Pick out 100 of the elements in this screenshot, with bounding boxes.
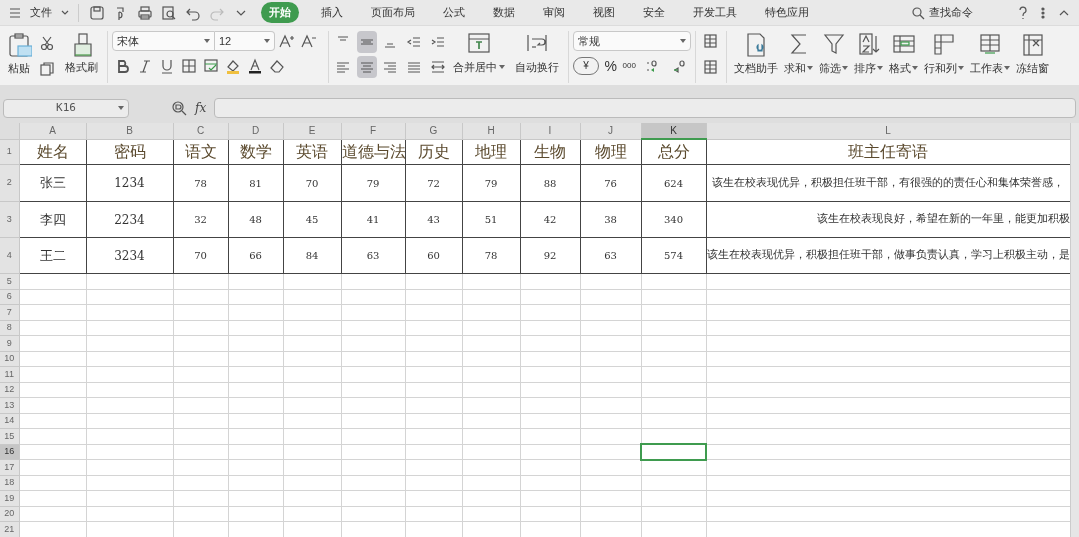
sum-button[interactable]: 求和 bbox=[781, 31, 816, 77]
column-header[interactable]: E bbox=[283, 123, 341, 139]
table-cell-text: 3234 bbox=[113, 247, 146, 265]
table-cell-text: 574 bbox=[662, 249, 685, 263]
bold-icon[interactable] bbox=[115, 58, 131, 74]
table-cell-text: 王二 bbox=[38, 246, 67, 265]
filter-button[interactable]: 筛选 bbox=[816, 31, 851, 77]
print-icon[interactable] bbox=[137, 4, 153, 21]
table-cell-text: 66 bbox=[248, 249, 263, 263]
ribbon-tab[interactable]: 页面布局 bbox=[359, 2, 427, 23]
column-header[interactable]: F bbox=[341, 123, 405, 139]
column-header[interactable]: G bbox=[405, 123, 462, 139]
format-painter-button[interactable]: 格式刷 bbox=[60, 31, 103, 76]
table-cell-text: 42 bbox=[542, 213, 558, 227]
ribbon-tab[interactable]: 安全 bbox=[631, 2, 677, 23]
worksheet-button[interactable]: 工作表 bbox=[967, 31, 1013, 77]
column-title: 语文 bbox=[183, 140, 218, 163]
ribbon-tab[interactable]: 视图 bbox=[581, 2, 627, 23]
save-icon[interactable] bbox=[89, 4, 105, 21]
help-icon[interactable] bbox=[1017, 5, 1029, 20]
name-box[interactable]: K16 bbox=[3, 98, 129, 118]
row-header[interactable]: 1 bbox=[0, 139, 19, 165]
search-command[interactable]: 查找命令 bbox=[929, 4, 973, 21]
column-header[interactable]: H bbox=[462, 123, 520, 139]
number-format-select[interactable]: 常规 bbox=[573, 31, 691, 51]
row-header[interactable]: 2 bbox=[0, 164, 19, 202]
comment-text: 该生在校表现优异，积极担任班干部，做事负责认真，学习上积极主动，是 bbox=[707, 247, 1069, 264]
thousands-button[interactable]: 000 bbox=[622, 62, 636, 70]
increase-font-icon[interactable] bbox=[278, 33, 294, 49]
decrease-decimal-icon[interactable] bbox=[672, 58, 688, 74]
more-icon[interactable] bbox=[1041, 5, 1045, 20]
formula-input[interactable] bbox=[214, 98, 1076, 118]
cell-style-icon[interactable] bbox=[703, 59, 719, 75]
table-cell-text: 81 bbox=[248, 176, 263, 191]
font-size-select[interactable]: 12 bbox=[215, 31, 275, 51]
wrap-text-button[interactable]: 自动换行 bbox=[510, 31, 564, 76]
paste-button[interactable]: 粘贴 bbox=[4, 31, 34, 77]
row-column-button[interactable]: 行和列 bbox=[921, 31, 967, 77]
ribbon-tab[interactable]: 特色应用 bbox=[753, 2, 821, 23]
table-style-icon[interactable] bbox=[703, 33, 719, 49]
column-header[interactable]: J bbox=[580, 123, 641, 139]
column-header[interactable]: K bbox=[641, 123, 706, 139]
column-header[interactable]: A bbox=[19, 123, 86, 139]
italic-icon[interactable] bbox=[137, 58, 153, 74]
scissors-icon[interactable] bbox=[39, 35, 55, 51]
comment-text: 该生在校表现优异，积极担任班干部，有很强的的责任心和集体荣誉感， bbox=[710, 174, 1064, 191]
table-cell-text: 45 bbox=[304, 213, 320, 227]
eraser-icon[interactable] bbox=[269, 58, 285, 74]
column-header[interactable]: C bbox=[173, 123, 228, 139]
decrease-indent-icon[interactable] bbox=[406, 34, 423, 50]
table-cell-text: 624 bbox=[662, 176, 685, 191]
table-cell-text: 76 bbox=[603, 176, 618, 191]
column-title: 物理 bbox=[593, 140, 628, 163]
copy-icon[interactable] bbox=[39, 61, 55, 77]
ribbon-tab[interactable]: 开发工具 bbox=[681, 2, 749, 23]
table-cell-text: 70 bbox=[193, 249, 208, 263]
row-header[interactable]: 4 bbox=[0, 237, 19, 274]
font-color-icon[interactable] bbox=[247, 58, 263, 74]
column-header[interactable]: I bbox=[520, 123, 580, 139]
distribute-icon[interactable] bbox=[429, 59, 446, 75]
format-button[interactable]: 格式 bbox=[886, 31, 921, 77]
caret-icon bbox=[680, 39, 686, 43]
row-header[interactable]: 3 bbox=[0, 201, 19, 238]
zoom-icon[interactable] bbox=[171, 100, 187, 116]
decrease-font-icon[interactable] bbox=[300, 33, 316, 49]
border-icon[interactable] bbox=[181, 58, 197, 74]
freeze-button[interactable]: 冻结窗 bbox=[1013, 31, 1052, 77]
percent-button[interactable]: % bbox=[604, 59, 617, 73]
document-helper-button[interactable]: 文档助手 bbox=[731, 31, 781, 77]
column-header[interactable]: B bbox=[86, 123, 173, 139]
vertical-scrollbar[interactable] bbox=[1070, 123, 1079, 537]
column-title: 姓名 bbox=[35, 140, 70, 163]
table-cell-text: 43 bbox=[426, 213, 441, 227]
ribbon-tab[interactable]: 公式 bbox=[431, 2, 477, 23]
sort-button[interactable]: 排序 bbox=[851, 31, 886, 77]
search-icon[interactable] bbox=[911, 5, 925, 20]
function-button[interactable]: fx bbox=[195, 99, 207, 117]
font-select[interactable]: 宋体 bbox=[112, 31, 215, 51]
caret-icon bbox=[877, 66, 883, 71]
table-cell-text: 79 bbox=[483, 176, 499, 191]
merge-center-button[interactable]: 合并居中 bbox=[448, 31, 510, 76]
underline-icon[interactable] bbox=[159, 58, 175, 74]
caret-icon bbox=[264, 39, 270, 43]
print-preview-icon[interactable] bbox=[161, 4, 177, 21]
fill-color-icon[interactable] bbox=[225, 58, 241, 74]
table-cell-text: 41 bbox=[365, 213, 381, 227]
active-cell[interactable] bbox=[641, 444, 706, 460]
file-menu[interactable]: 文件 bbox=[26, 4, 56, 21]
rows-columns-icon bbox=[931, 31, 957, 57]
column-header[interactable]: L bbox=[706, 123, 1070, 139]
ribbon-tab[interactable]: 数据 bbox=[481, 2, 527, 23]
comment-text: 该生在校表现良好，希望在新的一年里，能更加积极 bbox=[816, 211, 1069, 228]
column-header[interactable]: D bbox=[228, 123, 283, 139]
table-cell-text: 32 bbox=[193, 213, 208, 227]
conditional-format-icon[interactable] bbox=[203, 58, 219, 74]
increase-indent-icon[interactable] bbox=[429, 34, 446, 50]
table-cell-text: 88 bbox=[542, 176, 558, 191]
ribbon-tab[interactable]: 插入 bbox=[309, 2, 355, 23]
ribbon-tab[interactable]: 开始 bbox=[261, 2, 299, 23]
ribbon-tab[interactable]: 审阅 bbox=[531, 2, 577, 23]
